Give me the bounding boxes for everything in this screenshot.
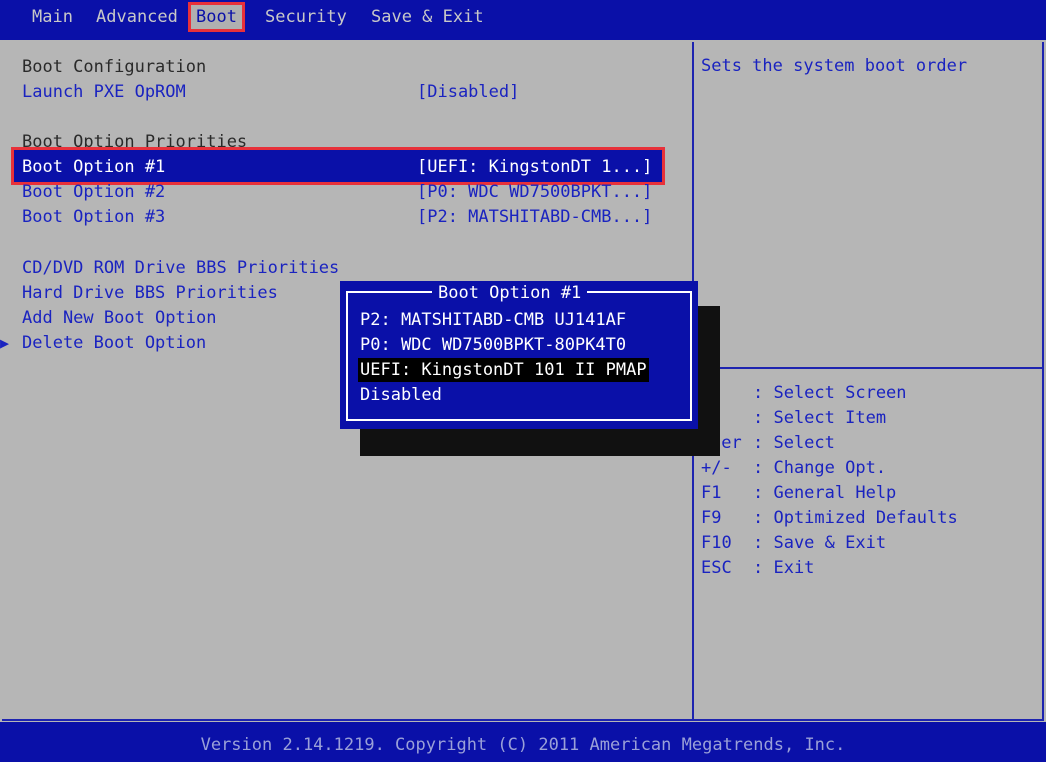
tab-save-exit[interactable]: Save & Exit xyxy=(371,4,484,30)
help-key-select-item: : Select Item xyxy=(701,406,886,431)
delete-boot-option-link[interactable]: Delete Boot Option xyxy=(22,331,206,355)
tab-boot[interactable]: Boot xyxy=(188,2,245,32)
help-desc: : Select Screen xyxy=(753,383,907,403)
help-description: Sets the system boot order xyxy=(701,56,968,76)
help-desc: : General Help xyxy=(753,483,897,503)
add-new-boot-option-link[interactable]: Add New Boot Option xyxy=(22,306,216,330)
launch-pxe-oprom-item[interactable]: Launch PXE OpROM xyxy=(22,80,186,104)
help-desc: : Select xyxy=(753,433,835,453)
boot-option-1-value[interactable]: [UEFI: KingstonDT 1...] xyxy=(417,155,652,179)
help-key: F1 xyxy=(701,483,722,503)
help-key: F9 xyxy=(701,508,722,528)
help-key-save-exit: F10 : Save & Exit xyxy=(701,531,886,556)
popup-option-disabled[interactable]: Disabled xyxy=(360,383,442,407)
help-key-general-help: F1 : General Help xyxy=(701,481,896,506)
boot-option-3-item[interactable]: Boot Option #3 xyxy=(22,205,165,229)
help-key: F10 xyxy=(701,533,732,553)
version-footer: Version 2.14.1219. Copyright (C) 2011 Am… xyxy=(200,735,846,755)
help-key-optimized-defaults: F9 : Optimized Defaults xyxy=(701,506,958,531)
boot-configuration-heading: Boot Configuration xyxy=(22,57,207,77)
menu-bar: Main Advanced Boot Security Save & Exit xyxy=(0,0,1046,34)
boot-option-2-value[interactable]: [P0: WDC WD7500BPKT...] xyxy=(417,180,652,204)
tab-security[interactable]: Security xyxy=(265,4,347,30)
help-key-change-opt: +/- : Change Opt. xyxy=(701,456,886,481)
help-key-select-screen: : Select Screen xyxy=(701,381,907,406)
help-key: ESC xyxy=(701,558,732,578)
popup-option-matshita[interactable]: P2: MATSHITABD-CMB UJ141AF xyxy=(360,308,626,332)
tab-advanced[interactable]: Advanced xyxy=(96,4,178,30)
help-desc: : Save & Exit xyxy=(753,533,887,553)
help-key-exit: ESC : Exit xyxy=(701,556,814,581)
boot-option-2-item[interactable]: Boot Option #2 xyxy=(22,180,165,204)
help-desc: : Change Opt. xyxy=(753,458,887,478)
popup-option-kingston[interactable]: UEFI: KingstonDT 101 II PMAP xyxy=(358,358,649,382)
help-desc: : Select Item xyxy=(753,408,887,428)
help-key: +/- xyxy=(701,458,732,478)
boot-option-1-item[interactable]: Boot Option #1 xyxy=(22,155,165,179)
main-panel: Boot Configuration Launch PXE OpROM [Dis… xyxy=(0,40,1046,722)
hard-drive-bbs-priorities-link[interactable]: Hard Drive BBS Priorities xyxy=(22,281,278,305)
help-key-select: ter: Select xyxy=(711,431,835,456)
help-desc: : Optimized Defaults xyxy=(753,508,958,528)
popup-title: Boot Option #1 xyxy=(432,281,588,305)
popup-option-wdc[interactable]: P0: WDC WD7500BPKT-80PK4T0 xyxy=(360,333,626,357)
help-divider xyxy=(695,367,1042,369)
boot-option-3-value[interactable]: [P2: MATSHITABD-CMB...] xyxy=(417,205,652,229)
launch-pxe-oprom-value[interactable]: [Disabled] xyxy=(417,80,519,104)
help-desc: : Exit xyxy=(753,558,815,578)
tab-main[interactable]: Main xyxy=(32,4,73,30)
submenu-arrow-icon: ▶ xyxy=(0,334,10,352)
cd-dvd-bbs-priorities-link[interactable]: CD/DVD ROM Drive BBS Priorities xyxy=(22,256,339,280)
boot-option-popup[interactable]: Boot Option #1 P2: MATSHITABD-CMB UJ141A… xyxy=(340,281,698,429)
